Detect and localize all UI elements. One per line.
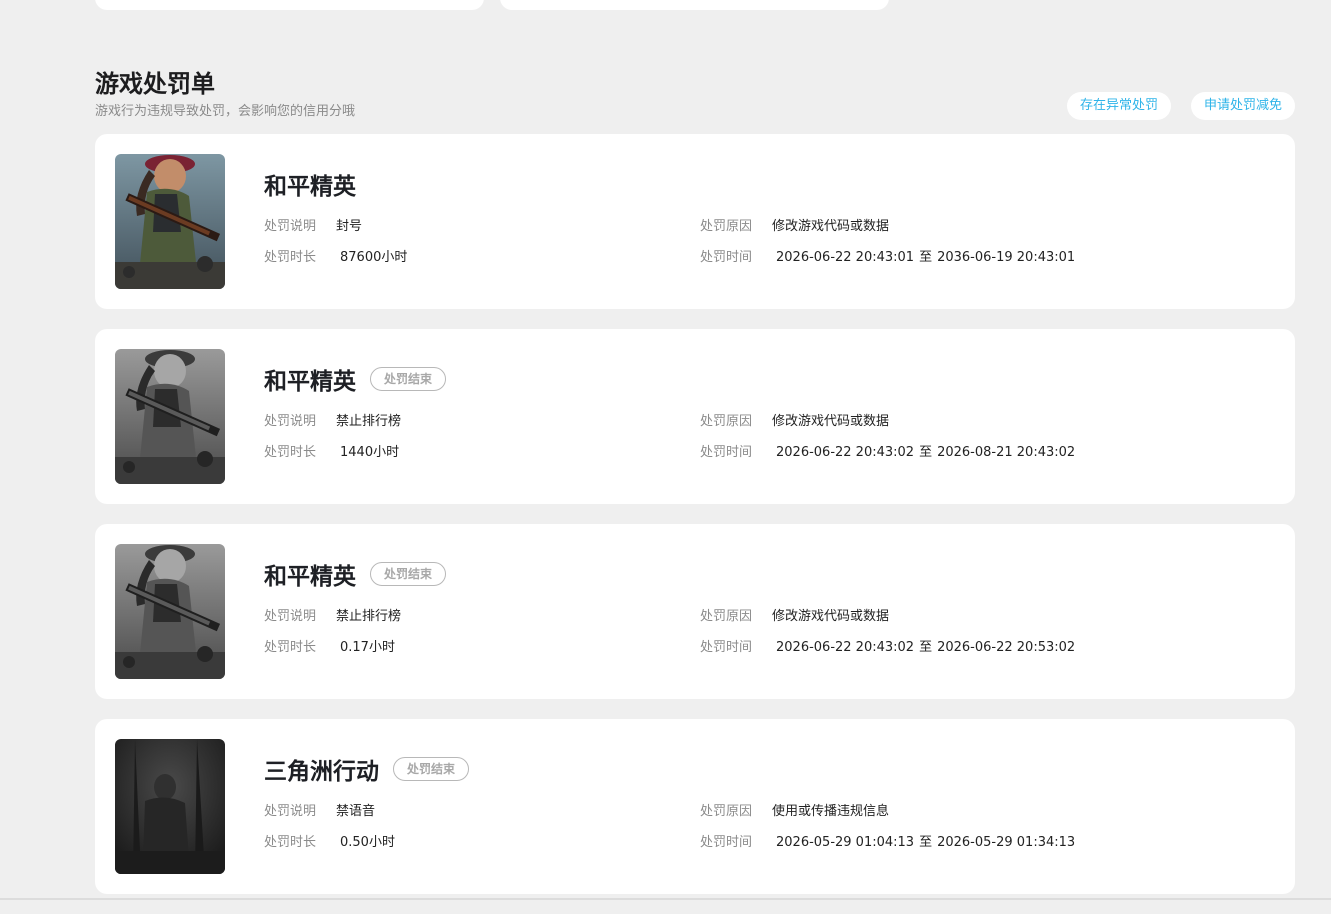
description-label: 处罚说明 — [264, 609, 317, 624]
reason-value: 修改游戏代码或数据 — [772, 609, 890, 624]
description-label: 处罚说明 — [264, 219, 317, 234]
time-end: 2026-06-22 20:53:02 — [937, 640, 1076, 655]
section-subtitle: 游戏行为违规导致处罚，会影响您的信用分哦 — [95, 104, 356, 119]
game-title-row: 和平精英 处罚结束 — [264, 557, 447, 591]
time-label: 处罚时间 — [700, 640, 753, 655]
penalty-description: 处罚说明 封号 — [264, 215, 362, 234]
time-label: 处罚时间 — [700, 445, 753, 460]
duration-label: 处罚时长 — [264, 250, 317, 265]
game-title: 三角洲行动 — [264, 759, 379, 785]
penalty-description: 处罚说明 禁语音 — [264, 800, 375, 819]
reason-value: 修改游戏代码或数据 — [772, 219, 890, 234]
penalty-record-card[interactable]: 三角洲行动 处罚结束 处罚说明 禁语音 处罚时长 0.50小时 处罚原因 使用或传播违… — [95, 719, 1295, 894]
duration-label: 处罚时长 — [264, 640, 317, 655]
status-badge: 处罚结束 — [370, 367, 447, 391]
time-connector: 至 — [919, 445, 933, 460]
duration-value: 0.17小时 — [340, 640, 395, 655]
game-cover-image — [115, 739, 225, 874]
time-end: 2036-06-19 20:43:01 — [937, 250, 1076, 265]
abnormal-penalty-button[interactable]: 存在异常处罚 — [1066, 92, 1171, 120]
description-value: 禁止排行榜 — [336, 609, 402, 624]
time-start: 2026-06-22 20:43:01 — [776, 250, 915, 265]
peace-elite-cover-icon — [115, 349, 225, 484]
game-cover-image — [115, 154, 225, 289]
penalty-record-card[interactable]: 和平精英 处罚结束 处罚说明 禁止排行榜 处罚时长 1440小时 处罚原因 修改游戏代… — [95, 329, 1295, 504]
game-cover-image — [115, 544, 225, 679]
time-connector: 至 — [919, 250, 933, 265]
game-title-row: 和平精英 — [264, 167, 356, 201]
status-badge: 处罚结束 — [370, 562, 447, 586]
status-badge: 处罚结束 — [393, 757, 470, 781]
description-value: 禁止排行榜 — [336, 414, 402, 429]
peace-elite-cover-icon — [115, 154, 225, 289]
previous-card-1 — [95, 0, 484, 10]
penalty-duration: 处罚时长 1440小时 — [264, 441, 399, 460]
time-start: 2026-06-22 20:43:02 — [776, 445, 915, 460]
penalty-time: 处罚时间 2026-06-22 20:43:01 至 2036-06-19 20:43… — [700, 246, 1075, 265]
time-start: 2026-05-29 01:04:13 — [776, 835, 915, 850]
duration-label: 处罚时长 — [264, 835, 317, 850]
duration-value: 1440小时 — [340, 445, 400, 460]
game-cover-image — [115, 349, 225, 484]
game-title: 和平精英 — [264, 564, 356, 590]
penalty-section-header: 游戏处罚单 游戏行为违规导致处罚，会影响您的信用分哦 存在异常处罚 申请处罚减免 — [95, 64, 1295, 124]
time-end: 2026-05-29 01:34:13 — [937, 835, 1076, 850]
header-actions: 存在异常处罚 申请处罚减免 — [1066, 92, 1295, 120]
penalty-time: 处罚时间 2026-05-29 01:04:13 至 2026-05-29 01:34… — [700, 831, 1075, 850]
reason-label: 处罚原因 — [700, 804, 753, 819]
penalty-reason: 处罚原因 使用或传播违规信息 — [700, 800, 889, 819]
time-connector: 至 — [919, 835, 933, 850]
penalty-record-list: 和平精英 处罚说明 封号 处罚时长 87600小时 处罚原因 修改游戏代码或数据 处罚… — [95, 134, 1295, 914]
reason-value: 使用或传播违规信息 — [772, 804, 890, 819]
penalty-reason: 处罚原因 修改游戏代码或数据 — [700, 605, 889, 624]
previous-card-2 — [500, 0, 889, 10]
game-title-row: 三角洲行动 处罚结束 — [264, 752, 470, 786]
reason-value: 修改游戏代码或数据 — [772, 414, 890, 429]
description-value: 封号 — [336, 219, 363, 234]
apply-penalty-reduction-button[interactable]: 申请处罚减免 — [1190, 92, 1295, 120]
reason-label: 处罚原因 — [700, 414, 753, 429]
penalty-time: 处罚时间 2026-06-22 20:43:02 至 2026-08-21 20:43… — [700, 441, 1075, 460]
duration-value: 87600小时 — [340, 250, 408, 265]
penalty-reason: 处罚原因 修改游戏代码或数据 — [700, 215, 889, 234]
game-title: 和平精英 — [264, 174, 356, 200]
game-title: 和平精英 — [264, 369, 356, 395]
reason-label: 处罚原因 — [700, 219, 753, 234]
penalty-record-card[interactable]: 和平精英 处罚结束 处罚说明 禁止排行榜 处罚时长 0.17小时 处罚原因 修改游戏代… — [95, 524, 1295, 699]
penalty-time: 处罚时间 2026-06-22 20:43:02 至 2026-06-22 20:53… — [700, 636, 1075, 655]
penalty-description: 处罚说明 禁止排行榜 — [264, 605, 401, 624]
game-title-row: 和平精英 处罚结束 — [264, 362, 447, 396]
time-label: 处罚时间 — [700, 250, 753, 265]
peace-elite-cover-icon — [115, 544, 225, 679]
time-start: 2026-06-22 20:43:02 — [776, 640, 915, 655]
time-connector: 至 — [919, 640, 933, 655]
penalty-reason: 处罚原因 修改游戏代码或数据 — [700, 410, 889, 429]
description-label: 处罚说明 — [264, 804, 317, 819]
penalty-duration: 处罚时长 87600小时 — [264, 246, 407, 265]
section-title: 游戏处罚单 — [95, 70, 215, 98]
duration-value: 0.50小时 — [340, 835, 395, 850]
delta-force-cover-icon — [115, 739, 225, 874]
penalty-record-card[interactable]: 和平精英 处罚说明 封号 处罚时长 87600小时 处罚原因 修改游戏代码或数据 处罚… — [95, 134, 1295, 309]
duration-label: 处罚时长 — [264, 445, 317, 460]
time-label: 处罚时间 — [700, 835, 753, 850]
penalty-duration: 处罚时长 0.17小时 — [264, 636, 395, 655]
time-end: 2026-08-21 20:43:02 — [937, 445, 1076, 460]
reason-label: 处罚原因 — [700, 609, 753, 624]
description-label: 处罚说明 — [264, 414, 317, 429]
penalty-description: 处罚说明 禁止排行榜 — [264, 410, 401, 429]
description-value: 禁语音 — [336, 804, 376, 819]
penalty-duration: 处罚时长 0.50小时 — [264, 831, 395, 850]
